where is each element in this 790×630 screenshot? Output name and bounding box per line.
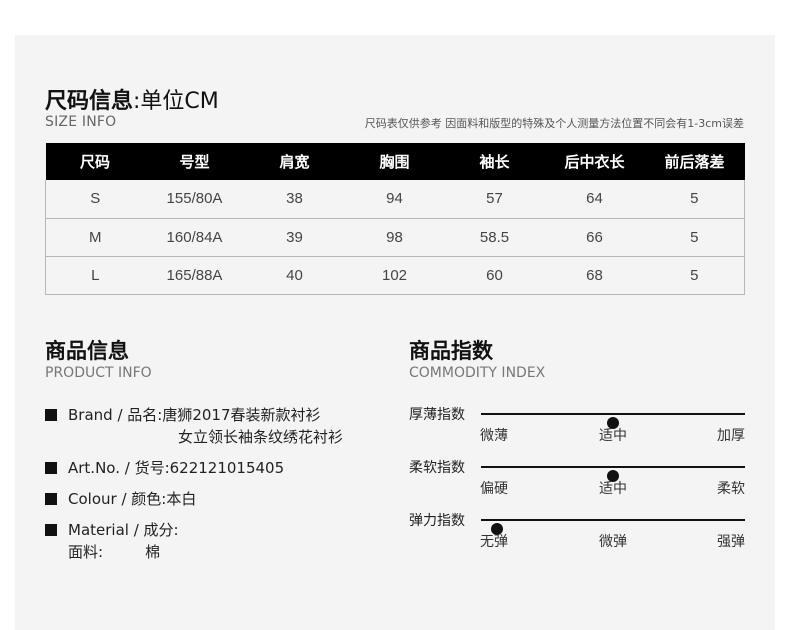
softness-index: 柔软指数 偏硬 适中 柔软 [409,457,745,507]
table-cell: 155/80A [144,180,245,219]
table-cell: S [45,180,145,219]
table-cell: 68 [544,256,645,295]
header-hem-difference: 前后落差 [644,143,745,180]
commodity-index-title: 商品指数 [409,339,493,363]
table-cell: 38 [244,180,345,219]
size-table-header-row: 尺码 号型 肩宽 胸围 袖长 后中衣长 前后落差 [45,143,745,180]
list-item: Material / 成分: 面料: 棉 [45,519,385,563]
table-cell: 5 [644,218,745,257]
header-size: 尺码 [45,143,145,180]
product-info-title: 商品信息 [45,339,129,363]
product-info-list: Brand / 品名:唐狮2017春装新款衬衫 女立领长袖条纹绣花衬衫 Art.… [45,404,385,563]
table-cell: 40 [244,256,345,295]
index-tick-mid: 适中 [599,481,627,497]
table-cell: 5 [644,256,745,295]
table-cell: 160/84A [144,218,245,257]
index-tick-mid: 适中 [599,428,627,444]
table-row: M 160/84A 39 98 58.5 66 5 [45,218,745,257]
index-scale-line [481,519,745,535]
table-cell: 60 [444,256,545,295]
material-line: Material / 成分: [68,521,179,539]
size-info-note: 尺码表仅供参考 因面料和版型的特殊及个人测量方法位置不同会有1-3cm误差 [364,117,744,130]
table-cell: 58.5 [444,218,545,257]
table-cell: 39 [244,218,345,257]
index-tick-high: 柔软 [717,481,745,497]
table-cell: 66 [544,218,645,257]
square-bullet-icon [45,409,57,421]
table-cell: 5 [644,180,745,219]
list-item: Art.No. / 货号:622121015405 [45,457,385,479]
brand-line-2: 女立领长袖条纹绣花衬衫 [178,428,344,446]
fabric-line: 面料: 棉 [45,541,385,563]
size-info-title: 尺码信息:单位CM [45,83,219,115]
list-item: Brand / 品名:唐狮2017春装新款衬衫 女立领长袖条纹绣花衬衫 [45,404,385,448]
index-tick-high: 强弹 [717,534,745,550]
size-info-title-main: 尺码信息 [45,89,134,114]
table-cell: 57 [444,180,545,219]
index-scale-line [481,466,745,482]
size-table: 尺码 号型 肩宽 胸围 袖长 后中衣长 前后落差 S 155/80A 38 94… [45,143,745,295]
index-label: 弹力指数 [409,513,465,529]
index-tick-low: 微薄 [480,428,508,444]
fabric-label: 面料: [68,543,104,561]
index-label: 柔软指数 [409,460,465,476]
commodity-index-subtitle: COMMODITY INDEX [409,365,546,381]
table-row: S 155/80A 38 94 57 64 5 [45,180,745,219]
size-info-unit: :单位CM [133,89,219,114]
index-tick-mid: 微弹 [599,534,627,550]
table-cell: L [45,256,145,295]
table-cell: 102 [344,256,445,295]
header-chest: 胸围 [344,143,445,180]
index-tick-low: 无弹 [480,534,508,550]
header-shoulder: 肩宽 [244,143,345,180]
brand-line: Brand / 品名:唐狮2017春装新款衬衫 [68,406,321,424]
table-cell: 64 [544,180,645,219]
size-info-subtitle: SIZE INFO [45,114,117,130]
index-tick-low: 偏硬 [480,481,508,497]
square-bullet-icon [45,462,57,474]
table-cell: M [45,218,145,257]
elasticity-index: 弹力指数 无弹 微弹 强弹 [409,510,745,560]
colour-line: Colour / 颜色:本白 [68,490,197,508]
list-item: Colour / 颜色:本白 [45,488,385,510]
table-row: L 165/88A 40 102 60 68 5 [45,256,745,295]
index-label: 厚薄指数 [409,407,465,423]
index-tick-high: 加厚 [717,428,745,444]
header-sleeve: 袖长 [444,143,545,180]
thickness-index: 厚薄指数 微薄 适中 加厚 [409,404,745,454]
index-scale-line [481,413,745,429]
header-model: 号型 [144,143,245,180]
table-cell: 94 [344,180,445,219]
square-bullet-icon [45,524,57,536]
table-cell: 165/88A [144,256,245,295]
fabric-value: 棉 [145,543,161,561]
square-bullet-icon [45,493,57,505]
header-back-length: 后中衣长 [544,143,645,180]
product-info-subtitle: PRODUCT INFO [45,365,152,381]
table-cell: 98 [344,218,445,257]
art-no-line: Art.No. / 货号:622121015405 [68,459,285,477]
